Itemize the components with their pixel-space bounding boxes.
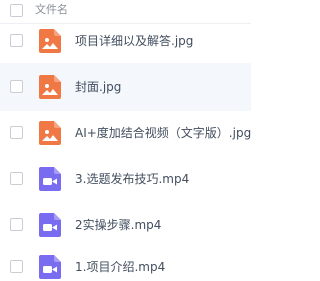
row-checkbox[interactable]: [10, 126, 23, 139]
file-row[interactable]: 1.项目介绍.mp4: [0, 242, 251, 281]
file-name[interactable]: 封面.jpg: [75, 79, 121, 95]
image-file-icon: [39, 121, 61, 145]
image-file-icon: [39, 29, 61, 53]
select-all-checkbox[interactable]: [10, 4, 23, 17]
file-name[interactable]: 项目详细以及解答.jpg: [75, 33, 193, 49]
video-file-icon: [39, 167, 61, 191]
file-name[interactable]: 3.选题发布技巧.mp4: [75, 171, 189, 187]
file-name[interactable]: AI+度加结合视频（文字版）.jpg: [75, 125, 251, 141]
file-row[interactable]: 3.选题发布技巧.mp4: [0, 155, 251, 203]
row-checkbox[interactable]: [10, 260, 23, 273]
file-name[interactable]: 1.项目介绍.mp4: [75, 259, 165, 275]
row-checkbox[interactable]: [10, 80, 23, 93]
file-row[interactable]: AI+度加结合视频（文字版）.jpg: [0, 109, 251, 157]
row-checkbox[interactable]: [10, 218, 23, 231]
row-checkbox[interactable]: [10, 172, 23, 185]
video-file-icon: [39, 255, 61, 279]
file-name[interactable]: 2实操步骤.mp4: [75, 217, 161, 233]
file-row[interactable]: 项目详细以及解答.jpg: [0, 17, 251, 65]
video-file-icon: [39, 213, 61, 237]
image-file-icon: [39, 75, 61, 99]
file-row[interactable]: 封面.jpg: [0, 63, 251, 111]
column-header-filename[interactable]: 文件名: [35, 3, 68, 17]
row-checkbox[interactable]: [10, 34, 23, 47]
